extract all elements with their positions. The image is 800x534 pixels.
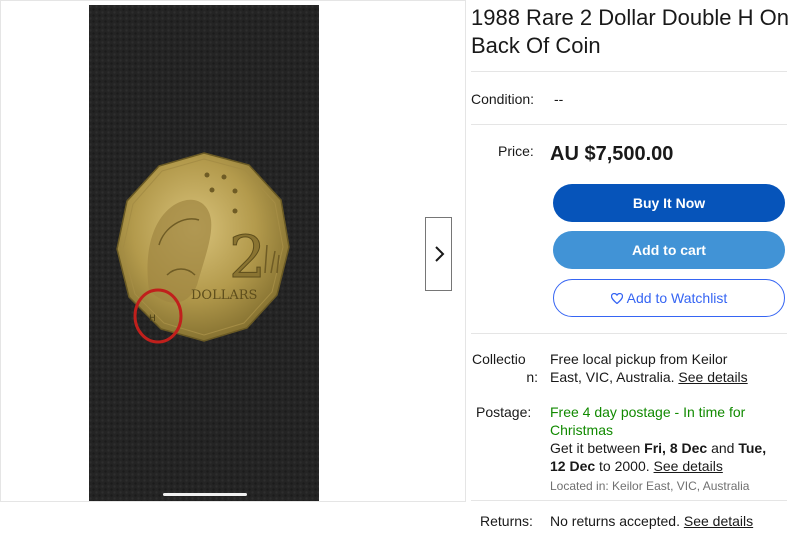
item-photo[interactable]: 2 DOLLARS H	[89, 5, 319, 501]
returns-label: Returns:	[480, 513, 533, 529]
postage-see-details-link[interactable]: See details	[654, 458, 723, 474]
coin-photo: 2 DOLLARS H	[89, 5, 319, 501]
returns-see-details-link[interactable]: See details	[684, 513, 753, 529]
image-gallery: 2 DOLLARS H	[0, 0, 466, 502]
chevron-right-icon	[434, 246, 444, 262]
coin-denomination: 2	[229, 223, 266, 291]
postage-label: Postage:	[476, 404, 532, 420]
item-location: Located in: Keilor East, VIC, Australia	[550, 479, 750, 493]
svg-text:H: H	[149, 314, 156, 324]
watchlist-label: Add to Watchlist	[626, 290, 728, 306]
price-label: Price:	[498, 143, 534, 159]
condition-value: --	[554, 91, 564, 107]
coin-text: DOLLARS	[191, 288, 257, 303]
collection-see-details-link[interactable]: See details	[678, 369, 747, 385]
heart-icon	[610, 292, 623, 304]
divider	[471, 124, 787, 125]
listing-title: 1988 Rare 2 Dollar Double H On Back Of C…	[471, 5, 789, 58]
postage-info: Free 4 day postage - In time for Christm…	[550, 403, 790, 495]
divider	[471, 333, 787, 334]
buy-it-now-button[interactable]: Buy It Now	[553, 184, 785, 222]
condition-label: Condition:	[471, 91, 535, 107]
next-image-button[interactable]	[425, 217, 452, 291]
collection-label: Collectio n:	[472, 351, 538, 385]
divider	[471, 71, 787, 72]
add-to-watchlist-button[interactable]: Add to Watchlist	[553, 279, 785, 317]
home-indicator	[163, 493, 247, 496]
collection-info: Free local pickup from Keilor East, VIC,…	[550, 351, 748, 385]
returns-info: No returns accepted. See details	[550, 513, 754, 529]
price-value: AU $7,500.00	[550, 143, 674, 165]
add-to-cart-button[interactable]: Add to cart	[553, 231, 785, 269]
divider	[471, 500, 787, 501]
